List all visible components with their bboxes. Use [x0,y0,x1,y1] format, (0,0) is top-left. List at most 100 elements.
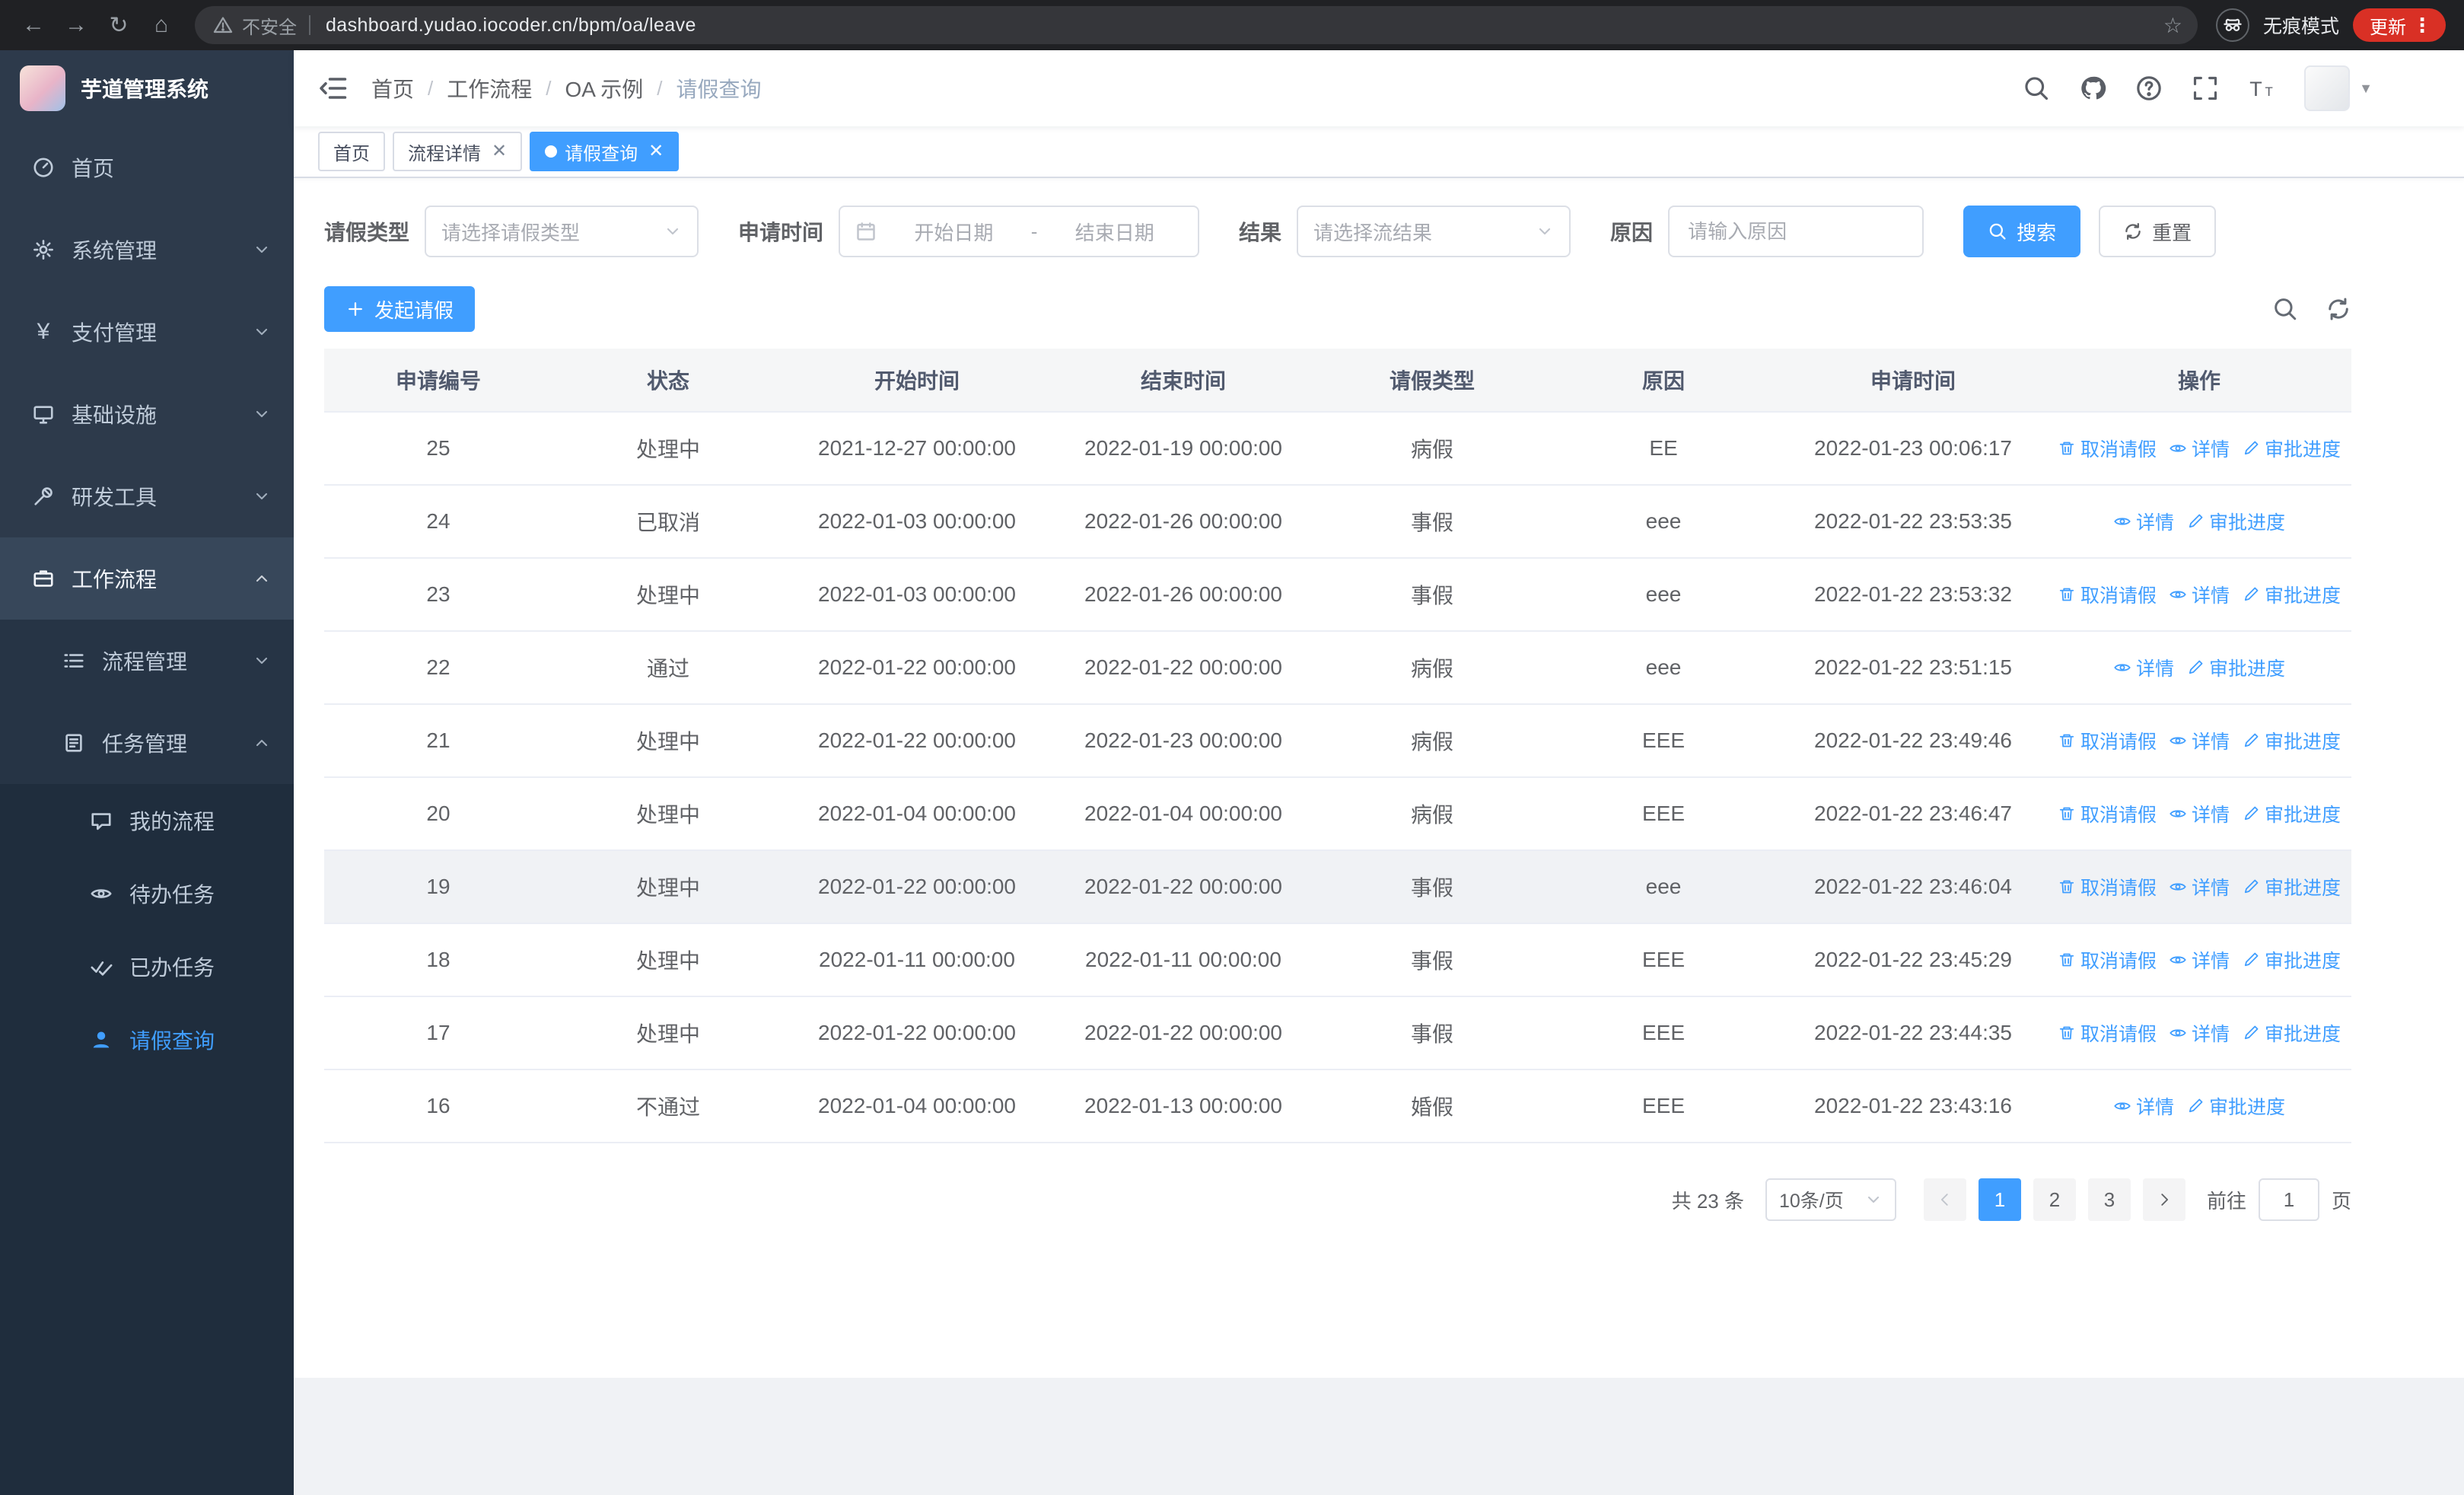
table-row[interactable]: 19 处理中 2022-01-22 00:00:00 2022-01-22 00:00… [324,851,2351,924]
back-button[interactable]: ← [12,4,55,46]
table-row[interactable]: 22 通过 2022-01-22 00:00:00 2022-01-22 00:00:… [324,632,2351,705]
breadcrumb-current: 请假查询 [676,78,762,101]
table-row[interactable]: 18 处理中 2022-01-11 00:00:00 2022-01-11 00:00… [324,924,2351,997]
detail-action-link[interactable]: 详情 [2169,873,2230,901]
sidebar-item-system[interactable]: 系统管理 [0,209,294,291]
apply-time-range-picker[interactable]: 开始日期 - 结束日期 [839,206,1200,257]
page-button-3[interactable]: 3 [2087,1178,2131,1221]
table-row[interactable]: 24 已取消 2022-01-03 00:00:00 2022-01-26 00:00… [324,486,2351,559]
table-row[interactable]: 16 不通过 2022-01-04 00:00:00 2022-01-13 00:00… [324,1070,2351,1143]
refresh-table-icon[interactable] [2326,296,2351,322]
breadcrumb-workflow[interactable]: 工作流程 [447,73,532,104]
help-icon[interactable] [2135,75,2163,102]
progress-action-link[interactable]: 审批进度 [2242,435,2341,462]
cell-actions: 取消请假 详情 审批进度 [2047,800,2351,827]
cell-reason: eee [1645,509,1682,533]
tab-process-detail[interactable]: 流程详情 ✕ [393,132,523,171]
close-icon[interactable]: ✕ [648,142,664,161]
forward-button[interactable]: → [55,4,97,46]
detail-action-link[interactable]: 详情 [2113,1092,2174,1120]
search-button[interactable]: 搜索 [1963,206,2081,257]
sidebar-item-payment[interactable]: ¥ 支付管理 [0,291,294,373]
sidebar-item-task-management[interactable]: 任务管理 [0,702,294,784]
page-button-1[interactable]: 1 [1978,1178,2021,1221]
sidebar-item-devtools[interactable]: 研发工具 [0,455,294,537]
table-row[interactable]: 20 处理中 2022-01-04 00:00:00 2022-01-04 00:00… [324,778,2351,851]
prev-page-button[interactable] [1923,1178,1966,1221]
cancel-action-link[interactable]: 取消请假 [2058,1019,2157,1047]
progress-action-link[interactable]: 审批进度 [2242,873,2341,901]
tab-home[interactable]: 首页 [318,132,385,171]
detail-action-link[interactable]: 详情 [2169,581,2230,608]
cancel-action-link[interactable]: 取消请假 [2058,581,2157,608]
cell-actions: 详情 审批进度 [2047,1092,2351,1120]
breadcrumb-home[interactable]: 首页 [371,73,414,104]
address-bar[interactable]: 不安全 dashboard.yudao.iocoder.cn/bpm/oa/le… [195,6,2198,44]
detail-action-link[interactable]: 详情 [2113,654,2174,681]
url-text[interactable]: dashboard.yudao.iocoder.cn/bpm/oa/leave [326,14,2163,37]
sidebar-item-workflow[interactable]: 工作流程 [0,537,294,620]
home-button[interactable]: ⌂ [140,4,183,46]
search-icon[interactable] [2023,75,2050,102]
table-row[interactable]: 21 处理中 2022-01-22 00:00:00 2022-01-23 00:00… [324,705,2351,778]
cell-leave-type: 病假 [1410,657,1453,681]
collapse-sidebar-icon[interactable] [318,73,349,104]
cancel-action-link[interactable]: 取消请假 [2058,435,2157,462]
progress-action-link[interactable]: 审批进度 [2186,508,2285,535]
detail-action-link[interactable]: 详情 [2169,727,2230,754]
result-select[interactable]: 请选择流结果 [1297,206,1571,257]
detail-action-link[interactable]: 详情 [2169,435,2230,462]
progress-action-link[interactable]: 审批进度 [2242,946,2341,974]
tab-leave-query[interactable]: 请假查询 ✕ [530,132,680,171]
progress-action-link[interactable]: 审批进度 [2186,1092,2285,1120]
page-button-2[interactable]: 2 [2033,1178,2076,1221]
detail-action-link[interactable]: 详情 [2169,946,2230,974]
sidebar-item-done-tasks[interactable]: 已办任务 [0,930,294,1003]
sidebar-item-todo-tasks[interactable]: 待办任务 [0,857,294,930]
progress-action-link[interactable]: 审批进度 [2242,727,2341,754]
sidebar-item-process-management[interactable]: 流程管理 [0,620,294,702]
leave-type-select[interactable]: 请选择请假类型 [425,206,699,257]
sidebar-item-my-process[interactable]: 我的流程 [0,784,294,857]
create-leave-button[interactable]: 发起请假 [324,286,476,332]
cancel-action-link[interactable]: 取消请假 [2058,800,2157,827]
reset-button[interactable]: 重置 [2099,206,2217,257]
cancel-action-link[interactable]: 取消请假 [2058,946,2157,974]
reason-input[interactable] [1668,206,1924,257]
next-page-button[interactable] [2142,1178,2185,1221]
font-size-icon[interactable]: TT [2248,75,2275,102]
reload-button[interactable]: ↻ [97,4,140,46]
table-row[interactable]: 17 处理中 2022-01-22 00:00:00 2022-01-22 00:00… [324,997,2351,1070]
table-row[interactable]: 23 处理中 2022-01-03 00:00:00 2022-01-26 00:00… [324,559,2351,632]
progress-action-link[interactable]: 审批进度 [2242,581,2341,608]
cell-apply-time: 2022-01-22 23:45:29 [1814,948,2012,971]
sidebar-item-home[interactable]: 首页 [0,126,294,209]
detail-action-link[interactable]: 详情 [2113,508,2174,535]
progress-action-link[interactable]: 审批进度 [2186,654,2285,681]
toggle-search-icon[interactable] [2272,296,2298,322]
goto-page-input[interactable] [2258,1178,2319,1221]
table-header-cell: 结束时间 [1140,369,1226,393]
breadcrumb-oa-example[interactable]: OA 示例 [565,73,644,104]
detail-action-link[interactable]: 详情 [2169,800,2230,827]
briefcase-icon [33,570,53,587]
page-size-select[interactable]: 10条/页 [1765,1178,1896,1221]
sidebar-item-infra[interactable]: 基础设施 [0,373,294,455]
user-menu[interactable]: ▼ [2304,65,2373,111]
bookmark-star-icon[interactable]: ☆ [2163,13,2182,38]
app-logo[interactable]: 芋道管理系统 [0,50,294,126]
github-icon[interactable] [2079,75,2106,102]
dashboard-icon [33,158,53,177]
cancel-action-link[interactable]: 取消请假 [2058,873,2157,901]
fullscreen-icon[interactable] [2192,75,2219,102]
progress-action-link[interactable]: 审批进度 [2242,800,2341,827]
browser-menu-icon[interactable]: ⋮ [2406,14,2438,37]
cell-start-time: 2022-01-03 00:00:00 [818,582,1016,606]
sidebar-item-leave-query[interactable]: 请假查询 [0,1003,294,1076]
detail-action-link[interactable]: 详情 [2169,1019,2230,1047]
table-row[interactable]: 25 处理中 2021-12-27 00:00:00 2022-01-19 00:00… [324,413,2351,486]
cancel-action-link[interactable]: 取消请假 [2058,727,2157,754]
progress-action-link[interactable]: 审批进度 [2242,1019,2341,1047]
close-icon[interactable]: ✕ [492,142,507,161]
update-button[interactable]: 更新 ⋮ [2353,8,2446,42]
